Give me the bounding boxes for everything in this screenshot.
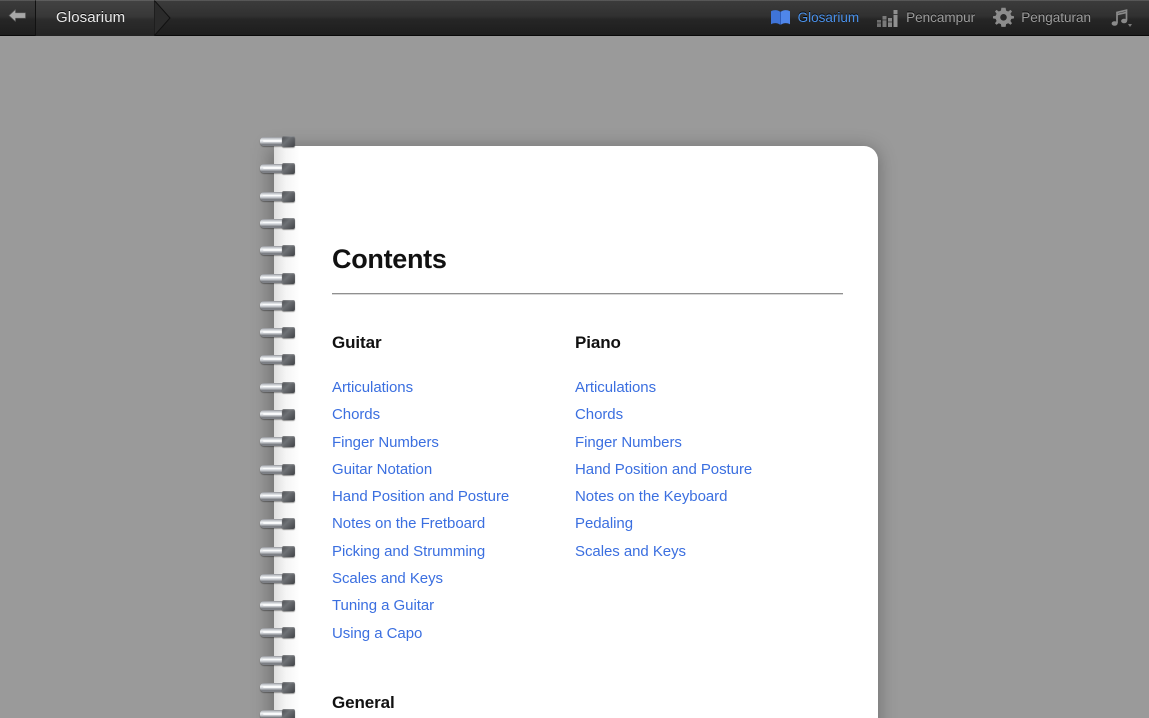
workspace: Contents Guitar Piano Articulations Chor… bbox=[0, 36, 1149, 718]
binding-ring-hole bbox=[282, 327, 295, 339]
breadcrumb[interactable]: Glosarium bbox=[36, 0, 171, 36]
chevron-right-icon bbox=[154, 0, 172, 36]
toolbar-label-pengaturan: Pengaturan bbox=[1021, 10, 1091, 25]
toolbar-item-pengaturan[interactable]: Pengaturan bbox=[984, 0, 1100, 36]
binding-ring bbox=[258, 627, 300, 639]
section-heading-general: General bbox=[332, 692, 395, 712]
binding-ring bbox=[258, 518, 300, 530]
binding-ring-hole bbox=[282, 163, 295, 175]
section-heading-piano: Piano bbox=[575, 333, 621, 352]
gear-icon bbox=[993, 7, 1015, 28]
toc-link-piano-scales-keys[interactable]: Scales and Keys bbox=[575, 538, 818, 565]
toolbar-item-notes[interactable] bbox=[1100, 0, 1149, 36]
binding-ring bbox=[258, 381, 300, 393]
binding-ring bbox=[258, 272, 300, 284]
binding-ring bbox=[258, 190, 300, 202]
toc-link-piano-chords[interactable]: Chords bbox=[575, 401, 818, 428]
toc-link-guitar-picking-strumming[interactable]: Picking and Strumming bbox=[332, 538, 575, 565]
binding-ring-hole bbox=[282, 709, 295, 718]
toc-link-guitar-chords[interactable]: Chords bbox=[332, 401, 575, 428]
toc-link-piano-hand-position[interactable]: Hand Position and Posture bbox=[575, 456, 818, 483]
binding-ring bbox=[258, 682, 300, 693]
section-instruments: Guitar Piano Articulations Chords Finger… bbox=[332, 295, 878, 647]
top-toolbar: Glosarium Glosarium Pencampur Pengaturan bbox=[0, 0, 1149, 36]
binding-ring bbox=[258, 409, 300, 420]
binding-ring-hole bbox=[282, 654, 295, 666]
section-general: General Chord Numbers Dynamics Intervals… bbox=[332, 693, 878, 718]
binding-ring bbox=[258, 463, 300, 475]
binding-ring-hole bbox=[282, 682, 295, 693]
binding-ring bbox=[258, 299, 300, 311]
binding-ring bbox=[258, 136, 300, 147]
toc-link-guitar-using-capo[interactable]: Using a Capo bbox=[332, 620, 575, 647]
binding-ring bbox=[258, 572, 300, 584]
binding-ring-hole bbox=[282, 518, 295, 530]
toolbar-label-glosarium: Glosarium bbox=[797, 10, 860, 25]
binding-ring bbox=[258, 709, 300, 718]
toc-link-piano-pedaling[interactable]: Pedaling bbox=[575, 510, 818, 537]
spiral-binding bbox=[258, 136, 300, 718]
mixer-bars-icon bbox=[877, 9, 899, 27]
binding-ring bbox=[258, 490, 300, 502]
toc-link-guitar-notation[interactable]: Guitar Notation bbox=[332, 456, 575, 483]
page-content: Contents Guitar Piano Articulations Chor… bbox=[332, 146, 878, 718]
section-heading-guitar: Guitar bbox=[332, 333, 382, 352]
binding-ring-hole bbox=[282, 354, 295, 366]
binding-ring-hole bbox=[282, 600, 295, 612]
toc-link-piano-notes-keyboard[interactable]: Notes on the Keyboard bbox=[575, 483, 818, 510]
toc-link-piano-articulations[interactable]: Articulations bbox=[575, 374, 818, 401]
toc-link-guitar-notes-fretboard[interactable]: Notes on the Fretboard bbox=[332, 510, 575, 537]
notebook: Contents Guitar Piano Articulations Chor… bbox=[258, 110, 878, 718]
binding-ring-hole bbox=[282, 136, 295, 147]
notebook-page: Contents Guitar Piano Articulations Chor… bbox=[274, 146, 878, 718]
back-button[interactable] bbox=[0, 0, 36, 36]
binding-ring bbox=[258, 600, 300, 612]
toolbar-item-glosarium[interactable]: Glosarium bbox=[761, 0, 869, 36]
binding-ring-hole bbox=[282, 572, 295, 584]
instrument-headings: Guitar Piano bbox=[332, 295, 878, 353]
toc-link-guitar-finger-numbers[interactable]: Finger Numbers bbox=[332, 429, 575, 456]
column-piano: Articulations Chords Finger Numbers Hand… bbox=[575, 374, 818, 647]
binding-ring bbox=[258, 217, 300, 229]
binding-ring-hole bbox=[282, 217, 295, 229]
page-title: Contents bbox=[332, 244, 447, 274]
binding-ring bbox=[258, 163, 300, 175]
binding-ring-hole bbox=[282, 545, 295, 557]
binding-ring-hole bbox=[282, 190, 295, 202]
binding-ring-hole bbox=[282, 463, 295, 475]
breadcrumb-label: Glosarium bbox=[56, 9, 126, 26]
binding-ring-hole bbox=[282, 627, 295, 639]
toc-link-guitar-tuning[interactable]: Tuning a Guitar bbox=[332, 592, 575, 619]
binding-ring bbox=[258, 354, 300, 366]
binding-ring-hole bbox=[282, 381, 295, 393]
binding-ring bbox=[258, 327, 300, 339]
binding-ring bbox=[258, 654, 300, 666]
toc-link-guitar-articulations[interactable]: Articulations bbox=[332, 374, 575, 401]
toc-link-piano-finger-numbers[interactable]: Finger Numbers bbox=[575, 429, 818, 456]
binding-ring bbox=[258, 436, 300, 448]
open-book-icon bbox=[770, 9, 791, 26]
binding-ring-hole bbox=[282, 490, 295, 502]
binding-ring-hole bbox=[282, 272, 295, 284]
toc-link-guitar-hand-position[interactable]: Hand Position and Posture bbox=[332, 483, 575, 510]
binding-ring-hole bbox=[282, 299, 295, 311]
binding-ring-hole bbox=[282, 436, 295, 448]
binding-ring bbox=[258, 245, 300, 257]
toc-link-guitar-scales-keys[interactable]: Scales and Keys bbox=[332, 565, 575, 592]
toolbar-item-pencampur[interactable]: Pencampur bbox=[868, 0, 984, 36]
toolbar-label-pencampur: Pencampur bbox=[906, 10, 976, 25]
back-arrow-icon bbox=[8, 8, 27, 28]
binding-ring-hole bbox=[282, 245, 295, 257]
instrument-columns: Articulations Chords Finger Numbers Guit… bbox=[332, 374, 878, 647]
column-guitar: Articulations Chords Finger Numbers Guit… bbox=[332, 374, 575, 647]
binding-ring-hole bbox=[282, 409, 295, 420]
binding-ring bbox=[258, 545, 300, 557]
music-note-icon bbox=[1109, 8, 1133, 28]
